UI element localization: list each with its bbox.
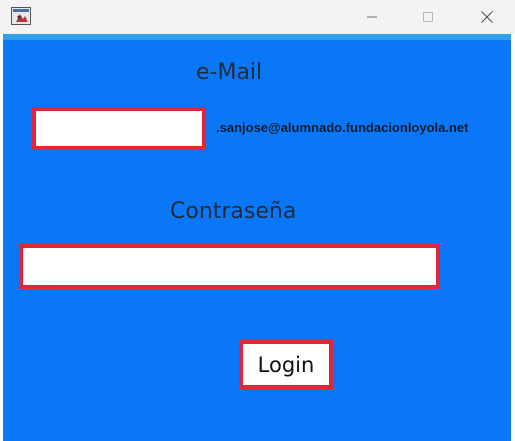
maximize-icon <box>423 12 433 22</box>
login-button[interactable]: Login <box>239 340 333 389</box>
panel-top-edge <box>3 34 511 40</box>
login-window: e-Mail .sanjose@alumnado.fundacionloyola… <box>0 0 515 441</box>
password-label: Contraseña <box>170 199 297 224</box>
close-icon <box>481 11 493 23</box>
minimize-icon <box>367 16 377 18</box>
close-button[interactable] <box>464 0 510 34</box>
email-label: e-Mail <box>196 60 263 85</box>
email-field[interactable] <box>32 107 206 150</box>
title-bar[interactable] <box>0 0 515 34</box>
java-app-icon <box>11 7 31 25</box>
password-field[interactable] <box>19 244 440 289</box>
minimize-button[interactable] <box>349 0 395 34</box>
maximize-button[interactable] <box>405 0 451 34</box>
email-domain-suffix: .sanjose@alumnado.fundacionloyola.net <box>216 120 469 135</box>
